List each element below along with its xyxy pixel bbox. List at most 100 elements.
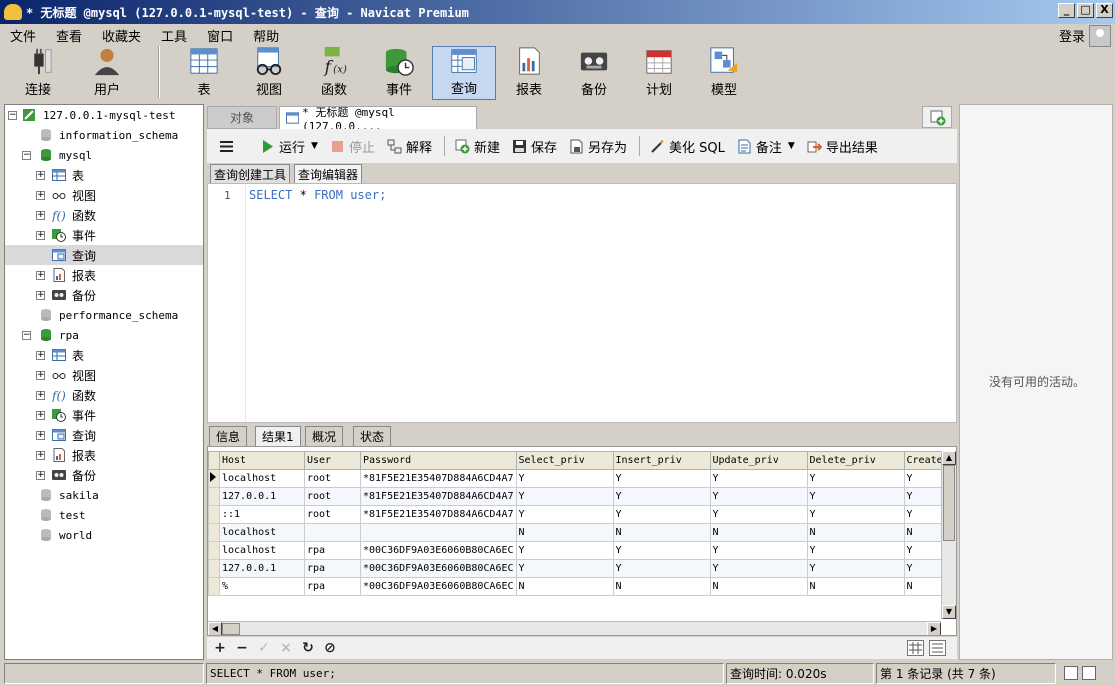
cell[interactable]	[304, 523, 361, 542]
tree-db-test[interactable]: test	[5, 505, 203, 525]
tree-item-functions[interactable]: + f() 函数	[5, 205, 203, 225]
cell[interactable]: Y	[515, 559, 614, 578]
tree-item-events[interactable]: + 事件	[5, 225, 203, 245]
apply-changes-icon[interactable]: ✓	[253, 640, 275, 656]
cell[interactable]: Y	[612, 487, 711, 506]
vertical-scrollbar[interactable]: ▲ ▼	[941, 451, 956, 619]
table-row[interactable]: localhost N N N N N	[208, 523, 952, 542]
cell[interactable]: N	[612, 523, 711, 542]
scroll-down-icon[interactable]: ▼	[942, 605, 956, 619]
table-row[interactable]: localhost root *81F5E21E35407D884A6CD4A7…	[208, 469, 952, 488]
cell[interactable]: Y	[709, 469, 808, 488]
new-tab-button[interactable]	[922, 106, 952, 128]
tree-item-events[interactable]: + 事件	[5, 405, 203, 425]
tree-item-backups[interactable]: + 备份	[5, 465, 203, 485]
sql-editor[interactable]: 1 SELECT * FROM user;	[207, 183, 957, 423]
cell[interactable]: *00C36DF9A03E6060B80CA6EC	[360, 541, 517, 560]
close-button[interactable]: X	[1096, 3, 1113, 18]
cell[interactable]: N	[515, 523, 614, 542]
expand-icon[interactable]: +	[36, 171, 45, 180]
tab-query[interactable]: * 无标题 @mysql (127.0.0....	[279, 106, 477, 133]
user-avatar-icon[interactable]	[1089, 25, 1111, 47]
view-button[interactable]: 视图	[237, 46, 301, 100]
cell[interactable]: N	[709, 577, 808, 596]
cell[interactable]: Y	[709, 487, 808, 506]
tree-item-queries[interactable]: + 查询	[5, 425, 203, 445]
cell[interactable]: Y	[806, 469, 905, 488]
refresh-icon[interactable]: ↻	[297, 640, 319, 656]
tree-db-information-schema[interactable]: information_schema	[5, 125, 203, 145]
grid-view-icon[interactable]	[907, 640, 924, 656]
collapse-icon[interactable]: −	[8, 111, 17, 120]
table-row[interactable]: ::1 root *81F5E21E35407D884A6CD4A7 Y Y Y…	[208, 505, 952, 524]
tab-status[interactable]: 状态	[353, 426, 392, 446]
menu-view[interactable]: 查看	[46, 26, 92, 45]
discard-changes-icon[interactable]: ×	[275, 640, 297, 656]
maximize-button[interactable]: □	[1077, 3, 1094, 18]
cell[interactable]: N	[612, 577, 711, 596]
cell[interactable]: localhost	[219, 523, 305, 542]
table-row[interactable]: 127.0.0.1 root *81F5E21E35407D884A6CD4A7…	[208, 487, 952, 506]
table-row[interactable]: % rpa *00C36DF9A03E6060B80CA6EC N N N N …	[208, 577, 952, 596]
new-query-button[interactable]: 新建	[455, 137, 500, 156]
expand-icon[interactable]: +	[36, 371, 45, 380]
form-view-icon[interactable]	[929, 640, 946, 656]
run-button[interactable]: 运行 ▼	[260, 137, 318, 156]
expand-icon[interactable]: +	[36, 291, 45, 300]
table-row[interactable]: localhost rpa *00C36DF9A03E6060B80CA6EC …	[208, 541, 952, 560]
cell[interactable]: Y	[806, 487, 905, 506]
tree-connection[interactable]: − 127.0.0.1-mysql-test	[5, 105, 203, 125]
tab-query-builder[interactable]: 查询创建工具	[210, 164, 291, 183]
column-header[interactable]: User	[304, 451, 361, 470]
expand-icon[interactable]: +	[36, 431, 45, 440]
save-as-button[interactable]: 另存为	[569, 137, 627, 156]
tree-item-reports[interactable]: + 报表	[5, 445, 203, 465]
scroll-right-icon[interactable]: ▶	[927, 622, 941, 635]
tab-query-editor[interactable]: 查询编辑器	[294, 164, 363, 183]
cell[interactable]: N	[806, 523, 905, 542]
scroll-left-icon[interactable]: ◀	[208, 622, 222, 635]
cell[interactable]: Y	[515, 469, 614, 488]
hamburger-menu-button[interactable]	[219, 139, 238, 154]
detail-view-icon[interactable]	[1082, 666, 1096, 680]
tree-item-tables[interactable]: + 表	[5, 165, 203, 185]
horizontal-scrollbar[interactable]: ◀ ▶	[208, 621, 941, 635]
cell[interactable]: Y	[612, 469, 711, 488]
tree-item-views[interactable]: + 视图	[5, 365, 203, 385]
cell[interactable]: N	[806, 577, 905, 596]
cell[interactable]: %	[219, 577, 305, 596]
tree-db-performance-schema[interactable]: performance_schema	[5, 305, 203, 325]
cell[interactable]: root	[304, 505, 361, 524]
query-button[interactable]: 查询	[432, 46, 496, 100]
tab-info[interactable]: 信息	[209, 426, 248, 446]
result-grid[interactable]: Host User Password Select_priv Insert_pr…	[207, 446, 957, 636]
collapse-icon[interactable]: −	[22, 331, 31, 340]
column-header[interactable]: Update_priv	[709, 451, 808, 470]
tree-item-queries[interactable]: 查询	[5, 245, 203, 265]
tree-db-mysql[interactable]: − mysql	[5, 145, 203, 165]
cell[interactable]: Y	[806, 559, 905, 578]
menu-window[interactable]: 窗口	[197, 26, 243, 45]
expand-icon[interactable]: +	[36, 391, 45, 400]
menu-file[interactable]: 文件	[0, 26, 46, 45]
expand-icon[interactable]: +	[36, 451, 45, 460]
menu-tools[interactable]: 工具	[151, 26, 197, 45]
schedule-button[interactable]: 计划	[627, 46, 691, 100]
comment-button[interactable]: 备注 ▼	[737, 137, 795, 156]
cell[interactable]: root	[304, 487, 361, 506]
stop-icon[interactable]: ⊘	[319, 640, 341, 656]
column-header[interactable]: Delete_priv	[806, 451, 905, 470]
cell[interactable]: N	[515, 577, 614, 596]
tree-db-world[interactable]: world	[5, 525, 203, 545]
tree-item-tables[interactable]: + 表	[5, 345, 203, 365]
model-button[interactable]: 模型	[692, 46, 756, 100]
tree-item-reports[interactable]: + 报表	[5, 265, 203, 285]
cell[interactable]: Y	[515, 541, 614, 560]
cell[interactable]: ::1	[219, 505, 305, 524]
tree-db-rpa[interactable]: − rpa	[5, 325, 203, 345]
tree-item-views[interactable]: + 视图	[5, 185, 203, 205]
tab-objects[interactable]: 对象	[207, 106, 277, 129]
column-header[interactable]: Select_priv	[515, 451, 614, 470]
cell[interactable]: localhost	[219, 541, 305, 560]
cell[interactable]: *81F5E21E35407D884A6CD4A7	[360, 505, 517, 524]
